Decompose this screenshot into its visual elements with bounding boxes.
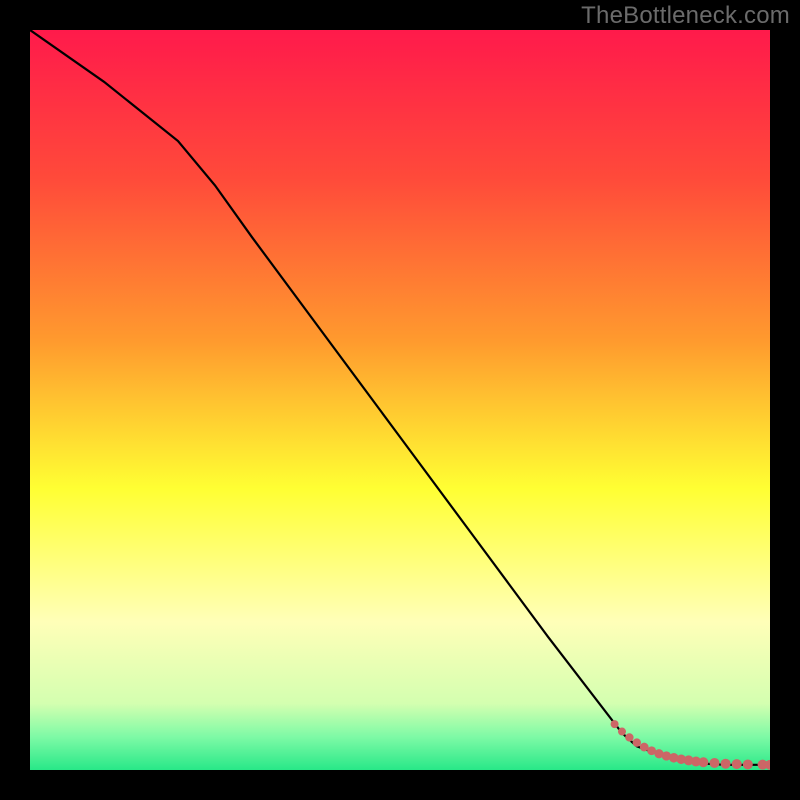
- chart-stage: TheBottleneck.com: [0, 0, 800, 800]
- dot: [698, 757, 708, 767]
- dot: [743, 759, 753, 769]
- dot: [721, 759, 731, 769]
- watermark-text: TheBottleneck.com: [581, 2, 790, 30]
- dot: [618, 728, 626, 736]
- dot: [611, 720, 619, 728]
- gradient-background: [30, 30, 770, 770]
- dot: [732, 759, 742, 769]
- dot: [625, 733, 633, 741]
- dot: [710, 758, 720, 768]
- plot-area: [30, 30, 770, 770]
- chart-svg: [30, 30, 770, 770]
- dot: [633, 738, 641, 746]
